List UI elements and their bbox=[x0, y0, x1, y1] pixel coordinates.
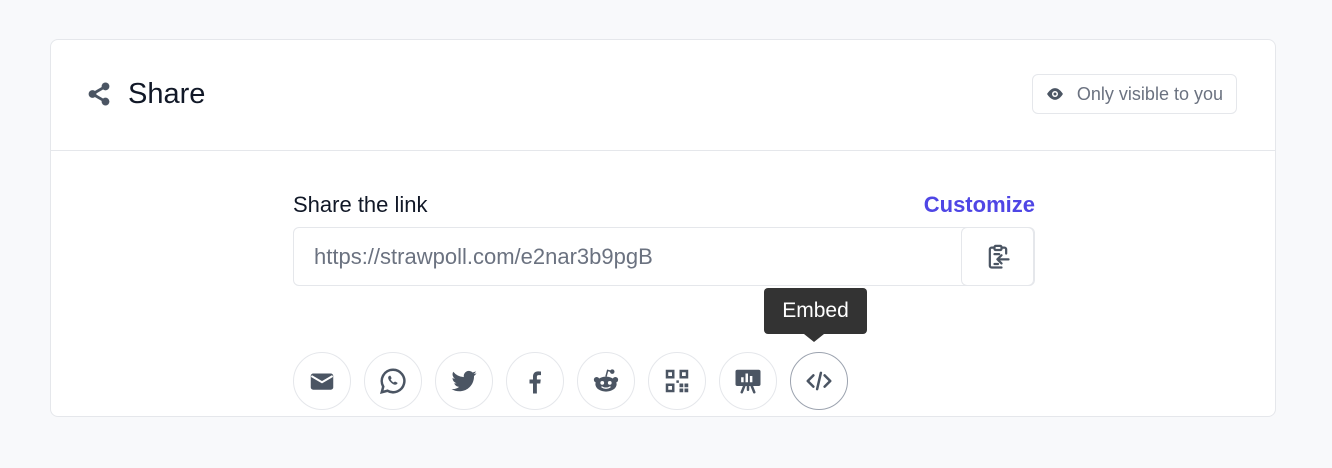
visibility-badge: Only visible to you bbox=[1031, 74, 1237, 114]
share-reddit-button[interactable] bbox=[577, 352, 635, 410]
share-presentation-button[interactable] bbox=[719, 352, 777, 410]
qr-code-icon bbox=[665, 369, 689, 393]
reddit-icon bbox=[593, 369, 619, 392]
code-icon bbox=[806, 371, 832, 391]
eye-icon bbox=[1047, 88, 1063, 100]
clipboard-copy-icon bbox=[988, 244, 1010, 269]
visibility-label: Only visible to you bbox=[1076, 83, 1223, 104]
share-icon bbox=[88, 82, 110, 106]
share-embed-button[interactable] bbox=[790, 352, 848, 410]
share-card: Share Only visible to you Share the link… bbox=[50, 39, 1276, 417]
share-email-button[interactable] bbox=[293, 352, 351, 410]
whatsapp-icon bbox=[379, 368, 406, 395]
share-card-header: Share Only visible to you bbox=[51, 40, 1275, 151]
page-title: Share bbox=[128, 78, 206, 110]
envelope-icon bbox=[310, 373, 334, 390]
copy-link-button[interactable] bbox=[961, 227, 1034, 286]
share-twitter-button[interactable] bbox=[435, 352, 493, 410]
share-link-box bbox=[293, 227, 1035, 286]
share-qr-code-button[interactable] bbox=[648, 352, 706, 410]
customize-link[interactable]: Customize bbox=[924, 190, 1035, 220]
facebook-icon bbox=[529, 371, 541, 394]
share-whatsapp-button[interactable] bbox=[364, 352, 422, 410]
share-link-input[interactable] bbox=[295, 229, 959, 284]
share-buttons-row bbox=[293, 352, 848, 410]
presentation-icon bbox=[735, 369, 761, 394]
share-link-label: Share the link bbox=[293, 192, 428, 217]
embed-tooltip: Embed bbox=[764, 288, 867, 342]
twitter-icon bbox=[451, 370, 477, 392]
share-facebook-button[interactable] bbox=[506, 352, 564, 410]
